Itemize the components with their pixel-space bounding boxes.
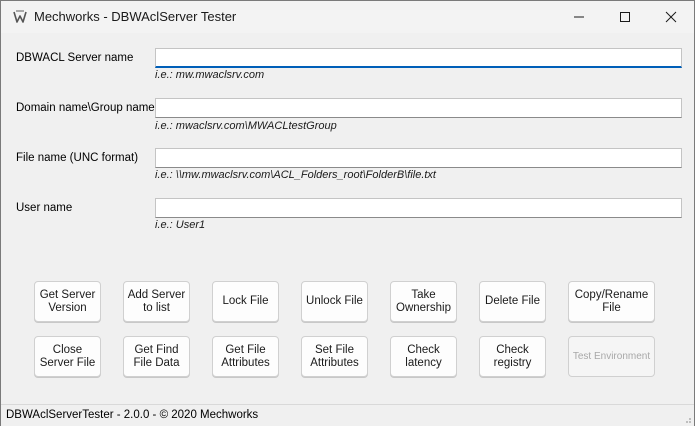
close-icon [665,11,677,23]
file-name-input[interactable] [155,148,682,168]
close-button[interactable] [648,1,694,33]
user-name-hint: i.e.: User1 [155,219,206,231]
user-name-label: User name [16,202,73,214]
mechworks-logo-icon [12,9,28,25]
server-name-label: DBWACL Server name [16,52,134,64]
server-name-input[interactable] [155,48,682,68]
app-window: Mechworks - DBWAclServer Tester DBWACL S… [0,0,695,426]
minimize-button[interactable] [556,1,602,33]
add-server-button[interactable]: Add Server to list [123,281,190,322]
maximize-button[interactable] [602,1,648,33]
status-text: DBWAclServerTester - 2.0.0 - © 2020 Mech… [6,409,259,421]
resize-grip-icon[interactable] [682,414,692,424]
copy-rename-file-button[interactable]: Copy/Rename File [568,281,655,322]
domain-group-label: Domain name\Group name [16,102,155,114]
server-name-hint: i.e.: mw.mwaclsrv.com [155,69,265,81]
check-latency-button[interactable]: Check latency [390,336,457,377]
user-name-input[interactable] [155,198,682,218]
file-name-hint: i.e.: \\mw.mwaclsrv.com\ACL_Folders_root… [155,169,436,181]
lock-file-button[interactable]: Lock File [212,281,279,322]
get-find-file-data-button[interactable]: Get Find File Data [123,336,190,377]
window-title: Mechworks - DBWAclServer Tester [34,9,237,24]
file-name-label: File name (UNC format) [16,152,139,164]
maximize-icon [620,12,630,22]
domain-group-hint: i.e.: mwaclsrv.com\MWACLtestGroup [155,120,337,132]
get-server-version-button[interactable]: Get Server Version [34,281,101,322]
status-bar: DBWAclServerTester - 2.0.0 - © 2020 Mech… [1,404,694,426]
check-registry-button[interactable]: Check registry [479,336,546,377]
domain-group-input[interactable] [155,98,682,118]
unlock-file-button[interactable]: Unlock File [301,281,368,322]
title-bar[interactable]: Mechworks - DBWAclServer Tester [1,1,694,33]
set-file-attributes-button[interactable]: Set File Attributes [301,336,368,377]
test-environment-button: Test Environment [568,336,655,377]
take-ownership-button[interactable]: Take Ownership [390,281,457,322]
get-file-attributes-button[interactable]: Get File Attributes [212,336,279,377]
minimize-icon [574,16,584,18]
close-server-file-button[interactable]: Close Server File [34,336,101,377]
delete-file-button[interactable]: Delete File [479,281,546,322]
